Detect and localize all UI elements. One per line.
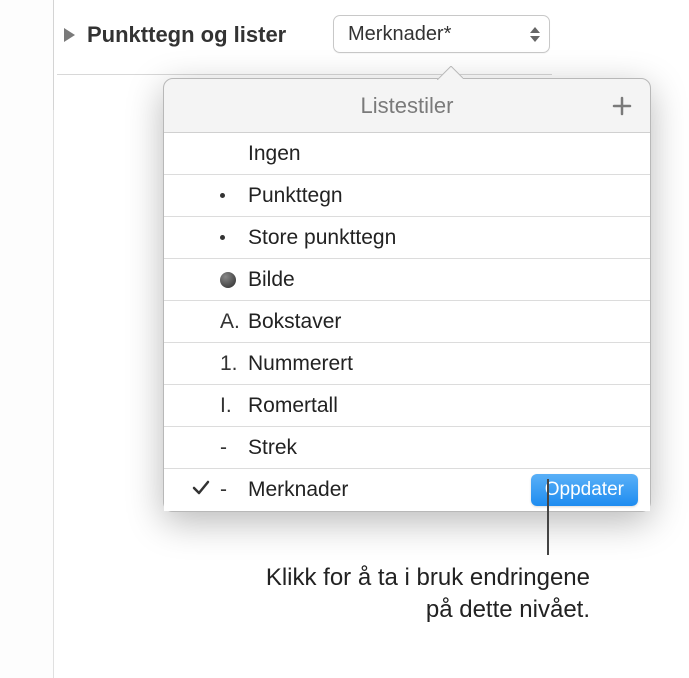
style-item[interactable]: 1.Nummerert [164, 343, 650, 385]
bullet-preview: - [220, 478, 248, 502]
section-label: Punkttegn og lister [87, 22, 286, 48]
style-item-label: Strek [248, 436, 650, 460]
style-item-label: Store punkttegn [248, 226, 650, 250]
sidebar-edge [0, 0, 54, 678]
style-item[interactable]: Ingen [164, 133, 650, 175]
style-item-label: Nummerert [248, 352, 650, 376]
chevron-updown-icon [521, 27, 549, 42]
callout-line1: Klikk for å ta i bruk endringene [266, 564, 590, 591]
style-item[interactable]: -MerknaderOppdater [164, 469, 650, 511]
divider [57, 74, 552, 75]
style-item-label: Bokstaver [248, 310, 650, 334]
list-styles-popover: Listestiler Ingen Punkttegn Store punktteg… [163, 78, 651, 512]
checkmark-column [182, 478, 220, 503]
plus-icon [611, 95, 633, 117]
popover-header: Listestiler [164, 79, 650, 133]
popover-tail [437, 66, 463, 80]
disclosure-triangle-icon[interactable] [64, 28, 75, 42]
callout-line2: på dette nivået. [426, 596, 590, 623]
add-style-button[interactable] [608, 92, 636, 120]
style-item-label: Romertall [248, 394, 650, 418]
callout-leader-line [547, 479, 549, 555]
style-item[interactable]: -Strek [164, 427, 650, 469]
checkmark-icon [191, 478, 211, 503]
style-item[interactable]: Bilde [164, 259, 650, 301]
popover-title: Listestiler [361, 93, 454, 119]
bullet-preview [220, 235, 248, 240]
bullet-preview: I. [220, 394, 248, 418]
bullet-preview: 1. [220, 352, 248, 376]
dropdown-value: Merknader* [348, 23, 521, 46]
list-style-dropdown[interactable]: Merknader* [333, 15, 550, 53]
style-item[interactable]: Punkttegn [164, 175, 650, 217]
bullet-preview: A. [220, 310, 248, 334]
style-item[interactable]: A.Bokstaver [164, 301, 650, 343]
callout-text: Klikk for å ta i bruk endringene på dett… [135, 562, 590, 627]
style-item-label: Bilde [248, 268, 650, 292]
style-item-label: Ingen [248, 142, 650, 166]
bullet-preview [220, 272, 248, 288]
bullet-preview: - [220, 436, 248, 460]
style-item[interactable]: I.Romertall [164, 385, 650, 427]
style-list: IngenPunkttegnStore punkttegnBildeA.Boks… [164, 133, 650, 511]
style-item-label: Punkttegn [248, 184, 650, 208]
bullet-preview [220, 193, 248, 198]
style-item[interactable]: Store punkttegn [164, 217, 650, 259]
section-header: Punkttegn og lister [64, 22, 286, 48]
